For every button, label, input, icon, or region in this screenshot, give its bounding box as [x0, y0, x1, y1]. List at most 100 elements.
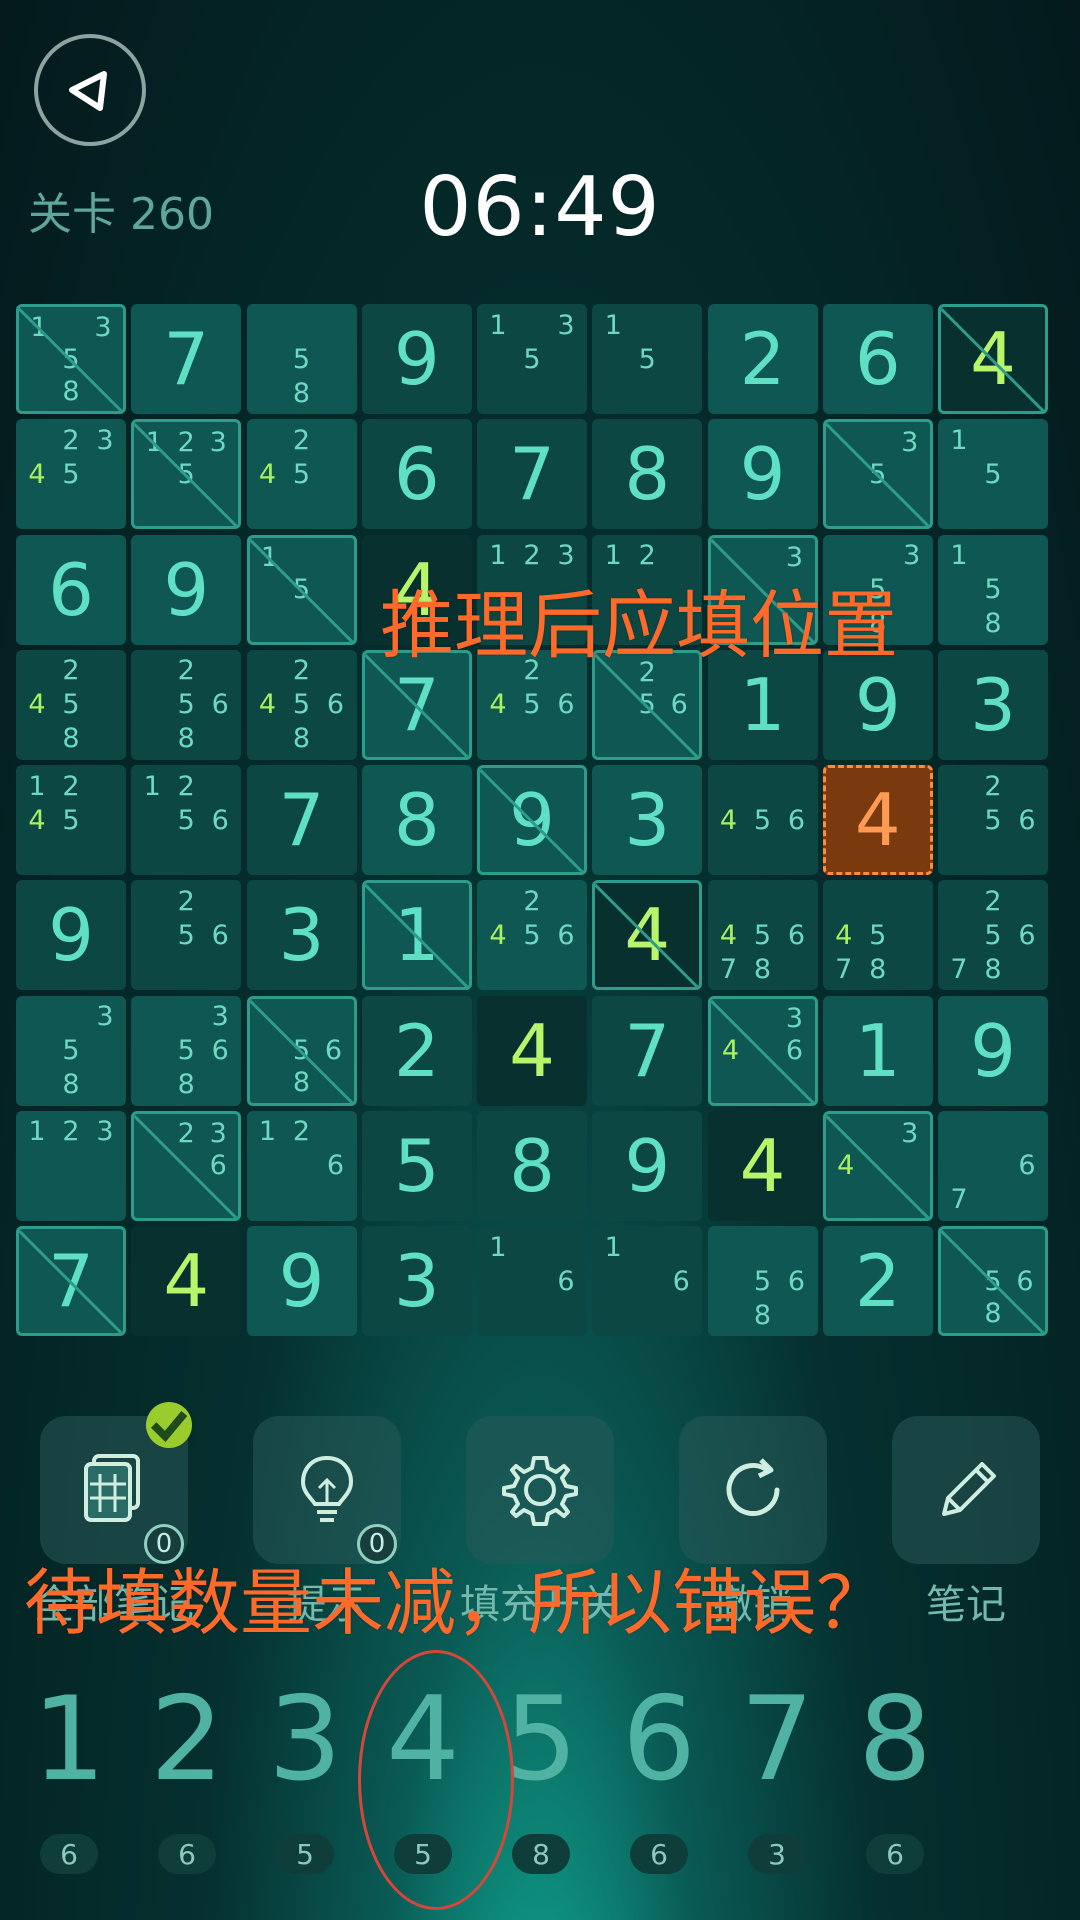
cell-r2-c2[interactable]: 1235 [131, 419, 242, 530]
cell-r1-c9[interactable]: 4 [938, 304, 1048, 414]
all-notes-button[interactable]: 0 [40, 1402, 192, 1564]
number-key-4[interactable]: 45 [368, 1680, 478, 1880]
undo-button[interactable] [679, 1416, 827, 1564]
cell-r1-c4[interactable]: 9 [361, 304, 472, 414]
note-3: 3 [211, 1001, 229, 1032]
cell-r3-c8[interactable]: 358 [822, 534, 933, 645]
cell-r4-c5[interactable]: 2456 [477, 649, 587, 760]
cell-r3-c7[interactable]: 3 [707, 534, 818, 645]
cell-r5-c9[interactable]: 256 [938, 765, 1048, 875]
cell-r9-c7[interactable]: 568 [707, 1226, 818, 1336]
number-key-1[interactable]: 16 [14, 1680, 124, 1880]
cell-r8-c9[interactable]: 67 [938, 1110, 1048, 1221]
cell-r7-c8[interactable]: 1 [822, 995, 933, 1106]
number-key-5[interactable]: 58 [486, 1680, 596, 1880]
cell-r3-c5[interactable]: 123 [477, 534, 587, 645]
cell-r7-c6[interactable]: 7 [592, 995, 703, 1106]
cell-r7-c5[interactable]: 4 [477, 995, 587, 1106]
number-key-3[interactable]: 35 [250, 1680, 360, 1880]
cell-r3-c4[interactable]: 4 [361, 534, 472, 645]
cell-r9-c8[interactable]: 2 [822, 1226, 933, 1336]
cell-r3-c2[interactable]: 9 [131, 534, 242, 645]
cell-r2-c9[interactable]: 15 [938, 419, 1048, 530]
cell-r3-c9[interactable]: 158 [938, 534, 1048, 645]
cell-r6-c5[interactable]: 2456 [477, 880, 587, 991]
cell-r7-c7[interactable]: 3 4 6 [707, 995, 818, 1106]
cell-r4-c1[interactable]: 2458 [16, 649, 126, 760]
note-9 [894, 1182, 926, 1214]
cell-r3-c1[interactable]: 6 [16, 534, 126, 645]
cell-r1-c7[interactable]: 2 [707, 304, 818, 414]
cell-r9-c1[interactable]: 7 [16, 1226, 126, 1336]
cell-r4-c3[interactable]: 24568 [246, 649, 357, 760]
cell-r4-c4[interactable]: 7 [361, 649, 472, 760]
back-button[interactable] [34, 34, 146, 146]
cell-r1-c3[interactable]: 58 [246, 304, 357, 414]
cell-r3-c3[interactable]: 15 [246, 534, 357, 645]
cell-r8-c8[interactable]: 34 [822, 1110, 933, 1221]
cell-r1-c5[interactable]: 1 35 [477, 304, 587, 414]
cell-r5-c5[interactable]: 9 [477, 765, 587, 875]
cell-r5-c4[interactable]: 8 [361, 765, 472, 875]
number-key-7[interactable]: 73 [722, 1680, 832, 1880]
cell-r2-c8[interactable]: 35 [822, 419, 933, 530]
cell-r1-c2[interactable]: 7 [131, 304, 242, 414]
cell-r8-c5[interactable]: 8 [477, 1110, 587, 1221]
cell-r4-c9[interactable]: 3 [938, 649, 1048, 760]
cell-r7-c4[interactable]: 2 [361, 995, 472, 1106]
cell-r5-c2[interactable]: 1256 [131, 765, 242, 875]
cell-r6-c4[interactable]: 1 [361, 880, 472, 991]
cell-r5-c3[interactable]: 7 [246, 765, 357, 875]
cell-r4-c2[interactable]: 2568 [131, 649, 242, 760]
cell-r8-c7[interactable]: 4 [707, 1110, 818, 1221]
cell-r5-c8[interactable]: 4 [822, 765, 933, 875]
cell-r8-c6[interactable]: 9 [592, 1110, 703, 1221]
cell-r9-c4[interactable]: 3 [361, 1226, 472, 1336]
cell-r2-c7[interactable]: 9 [707, 419, 818, 530]
cell-r8-c1[interactable]: 123 [16, 1110, 126, 1221]
cell-r2-c6[interactable]: 8 [592, 419, 703, 530]
cell-r2-c1[interactable]: 23 45 [16, 419, 126, 530]
cell-r8-c2[interactable]: 236 [131, 1110, 242, 1221]
cell-r2-c4[interactable]: 6 [361, 419, 472, 530]
cell-r9-c3[interactable]: 9 [246, 1226, 357, 1336]
cell-r9-c5[interactable]: 16 [477, 1226, 587, 1336]
cell-r8-c4[interactable]: 5 [361, 1110, 472, 1221]
hint-button[interactable]: 0 [253, 1416, 401, 1564]
cell-r6-c8[interactable]: 4578 [822, 880, 933, 991]
cell-r7-c3[interactable]: 568 [246, 995, 357, 1106]
number-key-2[interactable]: 26 [132, 1680, 242, 1880]
cell-r7-c9[interactable]: 9 [938, 995, 1048, 1106]
number-key-8[interactable]: 86 [840, 1680, 950, 1880]
cell-r8-c3[interactable]: 126 [246, 1110, 357, 1221]
cell-r1-c6[interactable]: 15 [592, 304, 703, 414]
note-1: 1 [950, 424, 968, 456]
cell-r9-c6[interactable]: 16 [592, 1226, 703, 1336]
cell-r2-c5[interactable]: 7 [477, 419, 587, 530]
cell-r6-c1[interactable]: 9 [16, 880, 126, 991]
number-key-6[interactable]: 66 [604, 1680, 714, 1880]
cell-notes: 245 [251, 423, 353, 525]
cell-r4-c8[interactable]: 9 [822, 649, 933, 760]
cell-r6-c6[interactable]: 4 [592, 880, 703, 991]
cell-r5-c6[interactable]: 3 [592, 765, 703, 875]
fill-toggle-button[interactable] [466, 1416, 614, 1564]
cell-r6-c3[interactable]: 3 [246, 880, 357, 991]
cell-r3-c6[interactable]: 12 [592, 534, 703, 645]
cell-r4-c7[interactable]: 1 [707, 649, 818, 760]
cell-r6-c7[interactable]: 456 78 [707, 880, 818, 991]
cell-r5-c1[interactable]: 1245 [16, 765, 126, 875]
cell-r9-c9[interactable]: 568 [938, 1226, 1048, 1336]
cell-r1-c8[interactable]: 6 [822, 304, 933, 414]
notes-button[interactable] [892, 1416, 1040, 1564]
cell-r6-c2[interactable]: 256 [131, 880, 242, 991]
note-2: 2 [177, 655, 195, 687]
cell-r6-c9[interactable]: 256 78 [938, 880, 1048, 991]
cell-r7-c2[interactable]: 3568 [131, 995, 242, 1106]
cell-r4-c6[interactable]: 256 [592, 649, 703, 760]
cell-r1-c1[interactable]: 1 358 [16, 304, 126, 414]
cell-r5-c7[interactable]: 456 [707, 765, 818, 875]
cell-r7-c1[interactable]: 358 [16, 995, 126, 1106]
cell-r2-c3[interactable]: 245 [246, 419, 357, 530]
cell-r9-c2[interactable]: 4 [131, 1226, 242, 1336]
